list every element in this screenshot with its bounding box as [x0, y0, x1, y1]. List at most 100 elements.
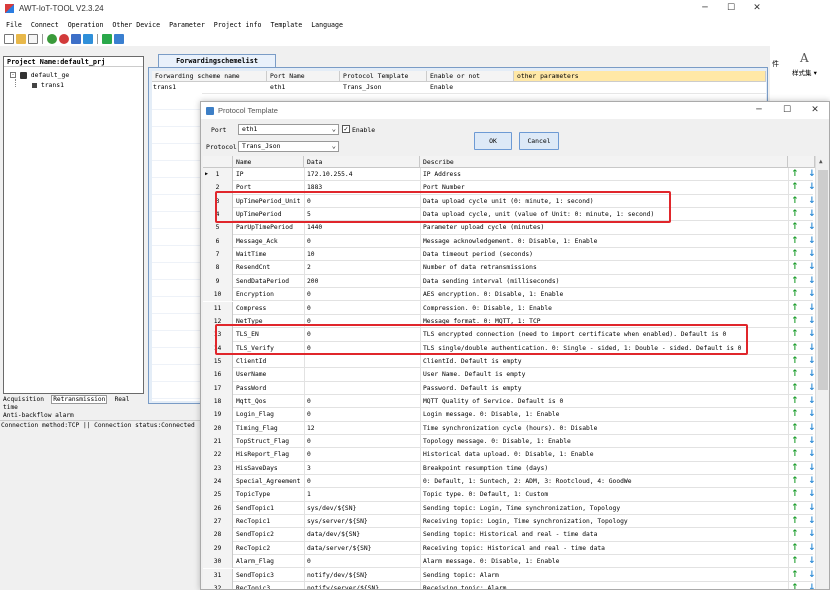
maximize-icon[interactable]: ☐ [773, 102, 801, 119]
param-describe-cell[interactable]: Data sending interval (milliseconds) [423, 275, 785, 288]
table-row[interactable]: 10 Encryption 0 AES encryption. 0: Disable,… [203, 288, 815, 302]
tab-retransmission[interactable]: Retransmission [51, 395, 108, 404]
param-describe-cell[interactable]: 0: Default, 1: Suntech, 2: ADM, 3: Rootc… [423, 475, 785, 488]
param-name-cell[interactable]: Mqtt_Qos [236, 395, 303, 408]
param-data-cell[interactable]: 1440 [307, 221, 417, 234]
param-describe-cell[interactable]: Time synchronization cycle (hours). 0: D… [423, 422, 785, 435]
move-down-icon[interactable]: ↓ [808, 569, 815, 582]
edit-icon[interactable] [28, 34, 38, 44]
maximize-icon[interactable]: ☐ [718, 0, 744, 17]
collapse-icon[interactable]: - [10, 72, 16, 78]
menu-parameter[interactable]: Parameter [169, 21, 205, 29]
param-describe-cell[interactable]: Compression. 0: Disable, 1: Enable [423, 302, 785, 315]
move-down-icon[interactable]: ↓ [808, 502, 815, 515]
param-name-cell[interactable]: TopicType [236, 488, 303, 501]
param-data-cell[interactable]: 200 [307, 275, 417, 288]
table-row[interactable]: 9 SendDataPeriod 200 Data sending interval … [203, 274, 815, 289]
move-down-icon[interactable]: ↓ [808, 435, 815, 448]
param-data-cell[interactable]: 0 [307, 475, 417, 488]
param-describe-cell[interactable]: Message acknowledgement. 0: Disable, 1: … [423, 235, 785, 248]
param-name-cell[interactable]: SendTopic1 [236, 502, 303, 515]
param-name-cell[interactable]: ResendCnt [236, 261, 303, 274]
param-describe-cell[interactable]: ClientId. Default is empty [423, 355, 785, 368]
param-data-cell[interactable]: 0 [307, 235, 417, 248]
table-row[interactable]: 5 ParUpTimePeriod 1440 Parameter upload cyc… [203, 221, 815, 235]
column-header[interactable]: Enable or not [427, 71, 514, 82]
table-row[interactable]: 26 SendTopic1 sys/dev/${SN} Sending topic: … [203, 501, 815, 516]
move-down-icon[interactable]: ↓ [808, 302, 815, 315]
monitor-icon[interactable] [83, 34, 93, 44]
move-down-icon[interactable]: ↓ [808, 195, 815, 208]
move-down-icon[interactable]: ↓ [808, 582, 815, 589]
table-row[interactable]: 11 Compress 0 Compression. 0: Disable, 1: E… [203, 301, 815, 315]
table-row[interactable]: 19 Login_Flag 0 Login message. 0: Disable, … [203, 408, 815, 422]
param-name-cell[interactable]: TopStruct_Flag [236, 435, 303, 448]
network-icon[interactable] [114, 34, 124, 44]
column-header-data[interactable]: Data [304, 156, 420, 168]
move-down-icon[interactable]: ↓ [808, 208, 815, 221]
move-down-icon[interactable]: ↓ [808, 275, 815, 288]
tree-child[interactable]: trans1 [32, 81, 64, 89]
cancel-button[interactable]: Cancel [519, 132, 559, 150]
param-name-cell[interactable]: Login_Flag [236, 408, 303, 421]
move-down-icon[interactable]: ↓ [808, 395, 815, 408]
move-down-icon[interactable]: ↓ [808, 382, 815, 395]
param-data-cell[interactable]: 0 [307, 288, 417, 301]
param-name-cell[interactable]: HisSaveDays [236, 462, 303, 475]
move-down-icon[interactable]: ↓ [808, 328, 815, 341]
param-describe-cell[interactable]: Receiving topic: Historical and real - t… [423, 542, 785, 555]
table-row[interactable]: 31 SendTopic3 notify/dev/${SN} Sending topi… [203, 568, 815, 582]
param-data-cell[interactable]: 1 [307, 488, 417, 501]
table-row[interactable]: 8 ResendCnt 2 Number of data retransmission… [203, 261, 815, 275]
move-up-icon[interactable]: ↑ [791, 528, 801, 541]
column-header-describe[interactable]: Describe [420, 156, 788, 168]
move-down-icon[interactable]: ↓ [808, 368, 815, 381]
param-describe-cell[interactable]: Topology message. 0: Disable, 1: Enable [423, 435, 785, 448]
scroll-up-icon[interactable]: ▲ [819, 158, 823, 165]
param-describe-cell[interactable]: AES encryption. 0: Disable, 1: Enable [423, 288, 785, 301]
table-row[interactable]: 15 ClientId ClientId. Default is empty ↑ ↓ [203, 354, 815, 369]
param-name-cell[interactable]: SendTopic3 [236, 569, 303, 582]
param-data-cell[interactable] [307, 355, 417, 368]
table-cell[interactable]: Enable [429, 82, 516, 93]
move-down-icon[interactable]: ↓ [808, 342, 815, 355]
table-row[interactable]: 16 UserName User Name. Default is empty ↑ ↓ [203, 368, 815, 382]
param-data-cell[interactable]: 3 [307, 462, 417, 475]
move-up-icon[interactable]: ↑ [791, 555, 801, 568]
param-name-cell[interactable]: RecTopic2 [236, 542, 303, 555]
param-name-cell[interactable]: SendDataPeriod [236, 275, 303, 288]
table-row[interactable]: 6 Message_Ack 0 Message acknowledgement. 0:… [203, 234, 815, 249]
param-name-cell[interactable]: RecTopic3 [236, 582, 303, 589]
table-row[interactable]: 28 SendTopic2 data/dev/${SN} Sending topic:… [203, 528, 815, 542]
close-icon[interactable]: ✕ [744, 0, 770, 17]
tab-anti-backflow[interactable]: Anti-backflow alarm [3, 412, 74, 419]
table-row[interactable]: 32 RecTopic3 notify/server/${SN} Receiving … [203, 581, 815, 589]
param-describe-cell[interactable]: Number of data retransmissions [423, 261, 785, 274]
param-describe-cell[interactable]: Data timeout period (seconds) [423, 248, 785, 261]
move-up-icon[interactable]: ↑ [791, 355, 801, 368]
param-describe-cell[interactable]: Sending topic: Login, Time synchronizati… [423, 502, 785, 515]
move-down-icon[interactable]: ↓ [808, 288, 815, 301]
move-up-icon[interactable]: ↑ [791, 462, 801, 475]
move-down-icon[interactable]: ↓ [808, 555, 815, 568]
param-name-cell[interactable]: Timing_Flag [236, 422, 303, 435]
param-data-cell[interactable]: 0 [307, 435, 417, 448]
port-select[interactable]: eth1 ⌄ [238, 124, 339, 135]
param-data-cell[interactable]: 12 [307, 422, 417, 435]
connect-icon[interactable] [47, 34, 57, 44]
move-up-icon[interactable]: ↑ [791, 181, 801, 194]
menu-other-device[interactable]: Other Device [112, 21, 160, 29]
protocol-select[interactable]: Trans_Json ⌄ [238, 141, 339, 152]
param-name-cell[interactable]: Message_Ack [236, 235, 303, 248]
table-row[interactable]: 21 TopStruct_Flag 0 Topology message. 0: Di… [203, 435, 815, 449]
move-up-icon[interactable]: ↑ [791, 248, 801, 261]
enable-checkbox[interactable]: ✓ [342, 125, 350, 133]
column-header[interactable]: Port Name [267, 71, 340, 82]
move-down-icon[interactable]: ↓ [808, 248, 815, 261]
move-down-icon[interactable]: ↓ [808, 488, 815, 501]
param-describe-cell[interactable]: User Name. Default is empty [423, 368, 785, 381]
param-describe-cell[interactable]: Topic type. 0: Default, 1: Custom [423, 488, 785, 501]
move-down-icon[interactable]: ↓ [808, 261, 815, 274]
menu-language[interactable]: Language [311, 21, 343, 29]
move-up-icon[interactable]: ↑ [791, 315, 801, 328]
